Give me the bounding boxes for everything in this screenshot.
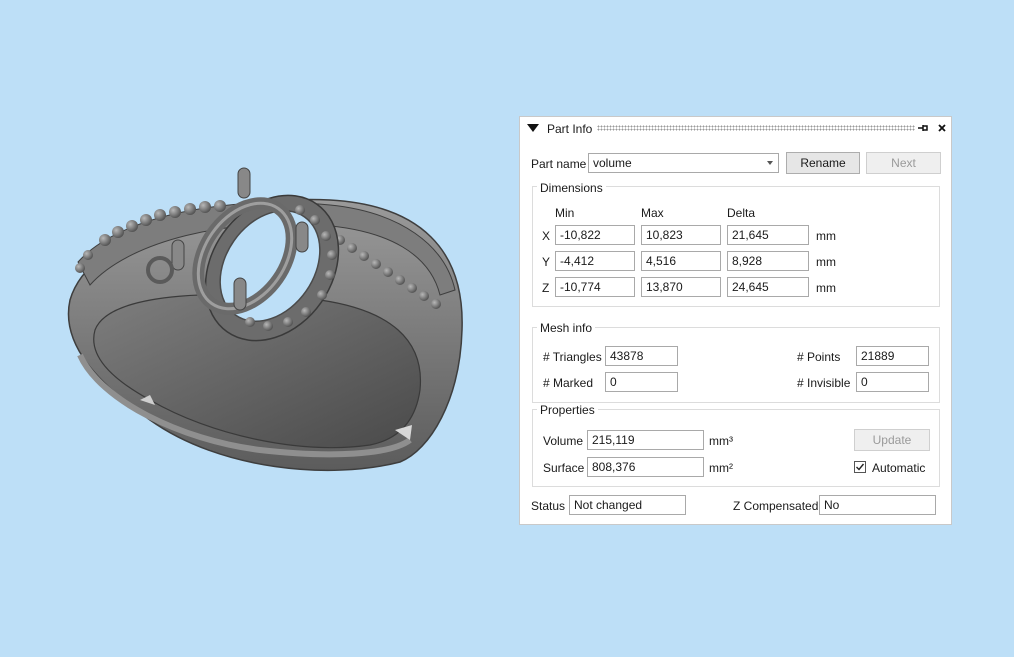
z-compensated-field[interactable]: No (819, 495, 936, 515)
part-info-panel: Part Info Part name volume Rename Next D… (519, 116, 952, 525)
invisible-label: # Invisible (797, 376, 851, 390)
x-delta-field[interactable]: 21,645 (727, 225, 809, 245)
points-label: # Points (797, 350, 841, 364)
triangles-field[interactable]: 43878 (605, 346, 678, 366)
col-max-header: Max (641, 206, 664, 220)
drag-grip[interactable] (597, 125, 915, 131)
automatic-label: Automatic (872, 461, 926, 475)
part-name-value: volume (593, 156, 632, 170)
ring-model[interactable] (0, 0, 510, 657)
x-unit: mm (816, 229, 836, 243)
z-min-field[interactable]: -10,774 (555, 277, 635, 297)
y-max-field[interactable]: 4,516 (641, 251, 721, 271)
col-delta-header: Delta (727, 206, 756, 220)
next-button[interactable]: Next (866, 152, 941, 174)
axis-y-label: Y (542, 255, 551, 269)
surface-label: Surface (543, 461, 585, 475)
surface-unit: mm² (709, 461, 733, 475)
volume-label: Volume (543, 434, 584, 448)
3d-viewport[interactable] (0, 0, 510, 657)
z-delta-field[interactable]: 24,645 (727, 277, 809, 297)
pin-icon[interactable] (917, 122, 929, 134)
properties-title: Properties (537, 403, 598, 417)
marked-label: # Marked (543, 376, 594, 390)
mesh-info-title: Mesh info (537, 321, 596, 335)
y-delta-field[interactable]: 8,928 (727, 251, 809, 271)
triangles-label: # Triangles (543, 350, 602, 364)
dimensions-title: Dimensions (537, 181, 606, 195)
y-unit: mm (816, 255, 836, 269)
close-icon[interactable] (936, 122, 948, 134)
volume-unit: mm³ (709, 434, 733, 448)
z-max-field[interactable]: 13,870 (641, 277, 721, 297)
chevron-down-icon (767, 161, 773, 165)
invisible-field[interactable]: 0 (856, 372, 929, 392)
collapse-triangle-icon[interactable] (527, 124, 539, 132)
rename-button[interactable]: Rename (786, 152, 860, 174)
axis-x-label: X (542, 229, 551, 243)
status-field[interactable]: Not changed (569, 495, 686, 515)
axis-z-label: Z (542, 281, 550, 295)
surface-field[interactable]: 808,376 (587, 457, 704, 477)
checkmark-icon (856, 463, 865, 471)
z-unit: mm (816, 281, 836, 295)
marked-field[interactable]: 0 (605, 372, 678, 392)
y-min-field[interactable]: -4,412 (555, 251, 635, 271)
col-min-header: Min (555, 206, 575, 220)
volume-field[interactable]: 215,119 (587, 430, 704, 450)
automatic-checkbox[interactable] (854, 461, 866, 473)
x-max-field[interactable]: 10,823 (641, 225, 721, 245)
update-button[interactable]: Update (854, 429, 930, 451)
points-field[interactable]: 21889 (856, 346, 929, 366)
status-label: Status (531, 499, 566, 513)
part-name-label: Part name (531, 157, 587, 171)
panel-title: Part Info (547, 122, 593, 136)
z-compensated-label: Z Compensated (733, 499, 819, 513)
part-name-select[interactable]: volume (588, 153, 779, 173)
x-min-field[interactable]: -10,822 (555, 225, 635, 245)
